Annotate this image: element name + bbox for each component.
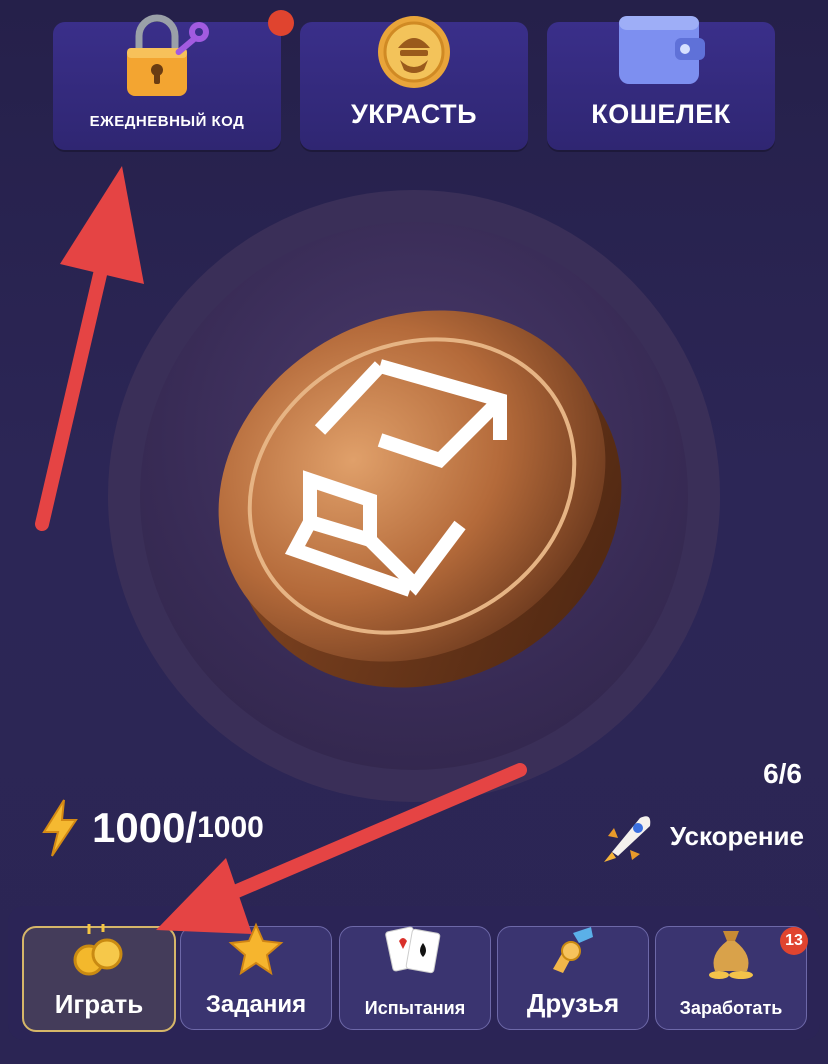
- steal-label: УКРАСТЬ: [351, 99, 477, 129]
- rocket-icon: [603, 816, 651, 862]
- boost-label: Ускорение: [669, 820, 804, 851]
- energy-display: 1000/ 1000: [40, 798, 264, 858]
- nav-earn-label: Заработать: [679, 998, 783, 1018]
- wallet-label: КОШЕЛЕК: [591, 99, 731, 129]
- padlock-key-icon: [127, 14, 209, 96]
- energy-current: 1000/: [92, 804, 198, 851]
- money-bag-icon: [709, 931, 753, 979]
- nav-friends-label: Друзья: [526, 988, 620, 1018]
- wallet-icon: [619, 16, 705, 84]
- nav-tasks[interactable]: Задания: [180, 922, 332, 1030]
- nav-challenges[interactable]: Испытания: [339, 926, 491, 1030]
- lightning-icon: [42, 799, 78, 857]
- energy-max: 1000: [197, 811, 264, 844]
- nav-play-label: Играть: [54, 989, 144, 1019]
- nav-play[interactable]: Играть: [22, 924, 176, 1032]
- counter-text: 6/6: [763, 758, 802, 789]
- bottom-nav: Играть Задания Испытания Друзья Заработа…: [8, 906, 820, 1040]
- wallet-button[interactable]: КОШЕЛЕК: [547, 16, 775, 150]
- nav-earn[interactable]: Заработать 13: [655, 926, 808, 1030]
- gala-coin-icon[interactable]: [200, 290, 630, 690]
- star-icon: [228, 922, 284, 976]
- coins-icon: [73, 924, 123, 976]
- handshake-icon: [553, 927, 593, 973]
- cards-icon: [385, 926, 441, 974]
- daily-code-label: ЕЖЕДНЕВНЫЙ КОД: [89, 113, 245, 130]
- thief-coin-icon: [378, 16, 450, 88]
- notification-dot: [268, 10, 294, 36]
- steal-button[interactable]: УКРАСТЬ: [300, 16, 528, 150]
- nav-friends[interactable]: Друзья: [497, 926, 649, 1030]
- earn-badge: 13: [780, 927, 808, 955]
- nav-tasks-label: Задания: [205, 991, 307, 1018]
- boost-button[interactable]: Ускорение: [600, 808, 804, 864]
- nav-challenges-label: Испытания: [364, 998, 466, 1018]
- daily-code-button[interactable]: ЕЖЕДНЕВНЫЙ КОД: [53, 14, 281, 150]
